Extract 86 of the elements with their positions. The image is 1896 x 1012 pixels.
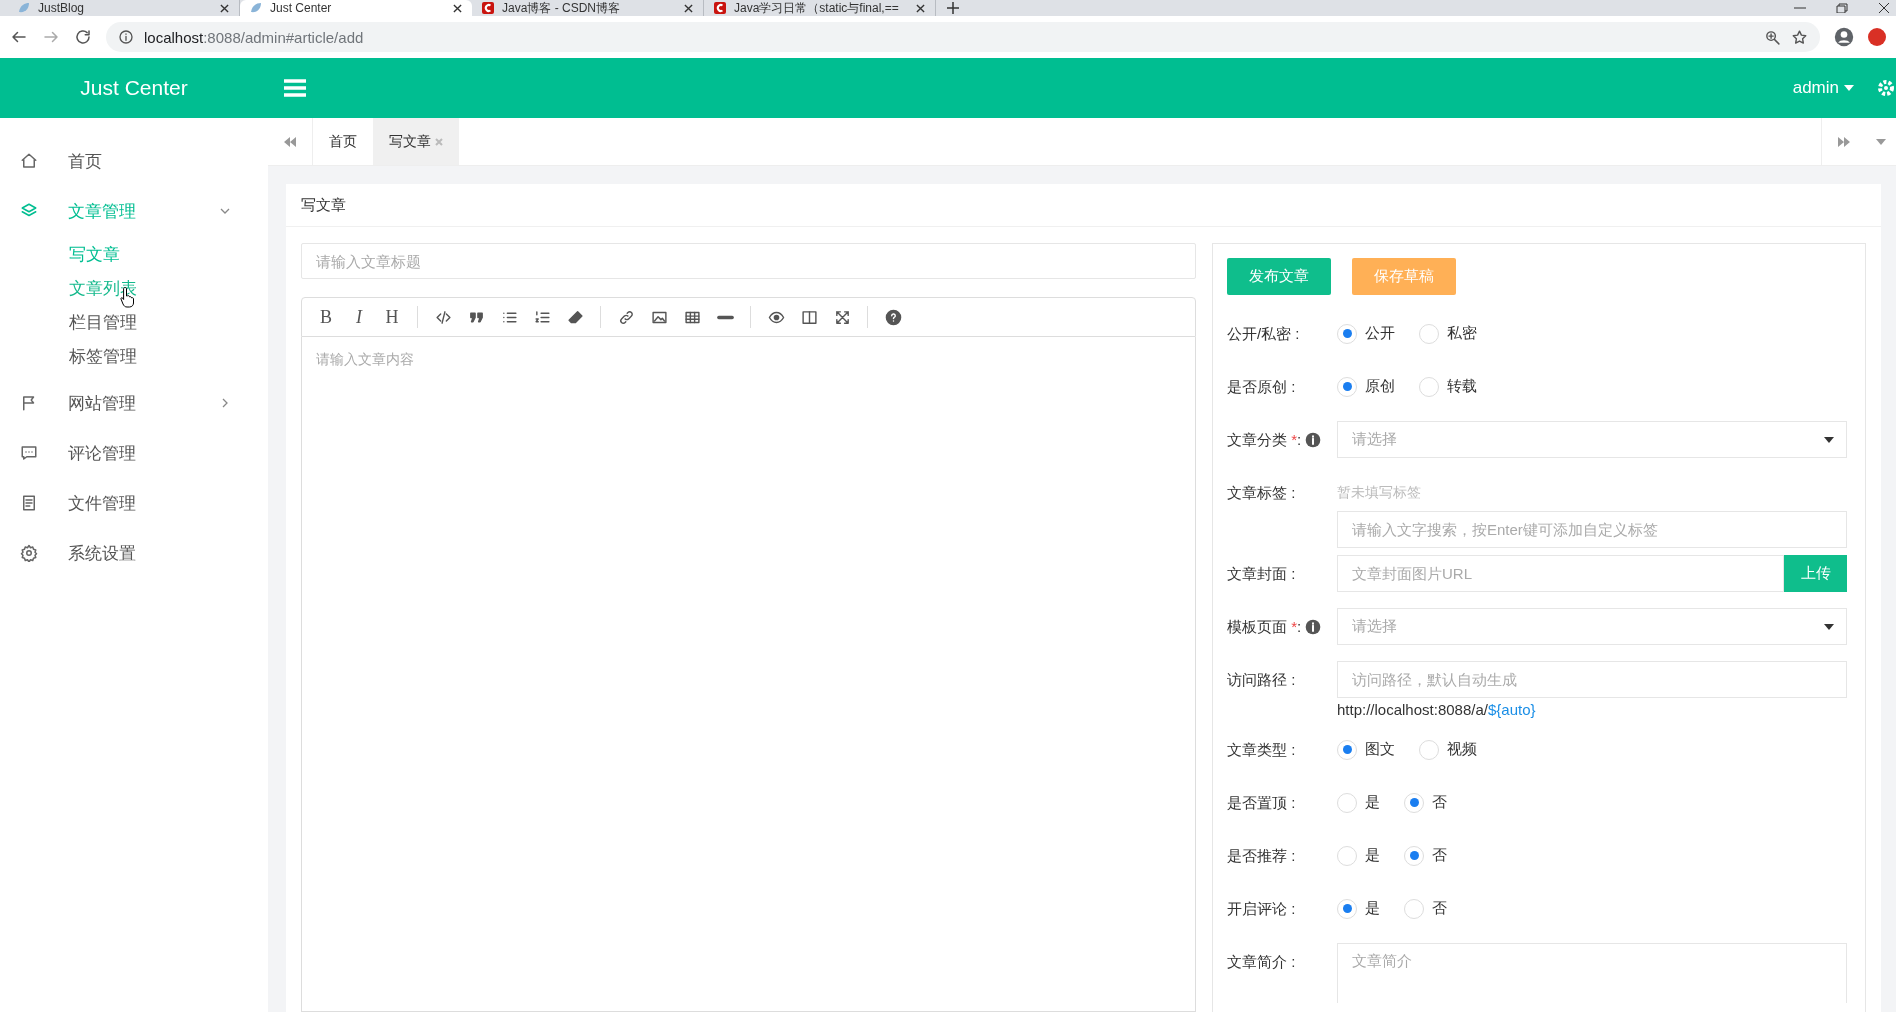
- brand-title: Just Center: [79, 76, 189, 100]
- field-label: 文章分类 *:: [1227, 430, 1302, 450]
- field-label: 文章标签 :: [1227, 483, 1296, 503]
- leaf-icon: [18, 2, 30, 14]
- radio-option[interactable]: 图文: [1337, 739, 1395, 760]
- radio-option[interactable]: 是: [1337, 792, 1380, 813]
- url-text: localhost:8088/admin#article/add: [144, 28, 365, 46]
- submenu-item[interactable]: 标签管理: [69, 340, 137, 374]
- radio-option[interactable]: 否: [1404, 792, 1447, 813]
- app-icon: [482, 2, 494, 14]
- field-label: 公开/私密 :: [1227, 324, 1300, 344]
- app-icon: [714, 2, 726, 14]
- field-label: 是否置顶 :: [1227, 793, 1296, 814]
- summary-field[interactable]: 文章简介: [1337, 943, 1847, 1004]
- restore-icon[interactable]: [1836, 3, 1848, 13]
- double-left-arrow-icon: [284, 136, 296, 147]
- title-input-field[interactable]: 请输入文章标题: [301, 243, 1196, 279]
- caret-icon: [1824, 623, 1834, 630]
- reload-icon: [74, 28, 92, 46]
- sidebar-item[interactable]: 评论管理: [0, 428, 268, 478]
- page-tab[interactable]: 写文章: [373, 118, 459, 165]
- link-icon: [617, 308, 635, 326]
- radio-option[interactable]: 原创: [1337, 376, 1395, 397]
- sidebar-item[interactable]: 系统设置: [0, 528, 268, 578]
- field-label: 文章封面 :: [1227, 564, 1296, 585]
- close-icon[interactable]: [684, 3, 693, 13]
- info-icon: [1305, 431, 1322, 448]
- field-label: 文章简介 :: [1227, 952, 1296, 973]
- path-input-field[interactable]: 访问路径，默认自动生成: [1337, 661, 1847, 699]
- field-label: 开启评论 :: [1227, 899, 1296, 920]
- radio-option[interactable]: 公开: [1337, 323, 1395, 344]
- new-tab-icon[interactable]: [946, 1, 960, 15]
- card-title: 写文章: [301, 195, 346, 215]
- field-label: 文章类型 :: [1227, 740, 1296, 761]
- info-icon: [1305, 618, 1322, 635]
- browser-tab[interactable]: Just Center: [240, 0, 472, 16]
- cover-url-field[interactable]: 文章封面图片URL: [1337, 555, 1784, 593]
- content-field[interactable]: 请输入文章内容: [301, 337, 1196, 1012]
- close-icon[interactable]: [1878, 3, 1890, 13]
- close-icon[interactable]: [220, 3, 229, 13]
- sidebar-item[interactable]: 网站管理: [0, 378, 268, 428]
- field-label: 是否推荐 :: [1227, 846, 1296, 867]
- address-bar[interactable]: localhost:8088/admin#article/add: [106, 22, 1820, 52]
- close-icon[interactable]: [453, 3, 462, 13]
- radio-option[interactable]: 否: [1404, 845, 1447, 866]
- radio-option[interactable]: 私密: [1419, 323, 1477, 344]
- field-label: 模板页面 *:: [1227, 617, 1302, 638]
- settings-icon: [20, 544, 38, 562]
- empty-tags-note: 暂未填写标签: [1337, 483, 1422, 502]
- zoom-icon: [1764, 28, 1781, 46]
- minimize-icon[interactable]: [1794, 4, 1806, 12]
- star-icon: [1791, 28, 1808, 46]
- radio-option[interactable]: 视频: [1419, 739, 1477, 760]
- sidebar-item[interactable]: 文件管理: [0, 478, 268, 528]
- info-icon: [118, 29, 134, 45]
- comment-icon: [20, 444, 38, 462]
- double-right-arrow-icon: [1838, 136, 1850, 147]
- fullscreen-icon: [833, 308, 851, 326]
- account-icon[interactable]: [1834, 27, 1854, 47]
- tag-input-field[interactable]: 请输入文字搜索，按Enter键可添加自定义标签: [1337, 511, 1847, 548]
- caret-icon: [1844, 85, 1854, 91]
- page-tab[interactable]: 首页: [313, 118, 373, 165]
- path-hint: http://localhost:8088/a/${auto}: [1337, 700, 1537, 721]
- radio-option[interactable]: 转载: [1419, 376, 1477, 397]
- columns-icon: [800, 308, 818, 326]
- horizontal-rule-icon: [716, 314, 734, 320]
- submenu-item[interactable]: 栏目管理: [69, 306, 137, 340]
- close-icon[interactable]: [916, 3, 925, 13]
- eraser-icon: [566, 308, 584, 326]
- heading-button[interactable]: H: [378, 303, 406, 331]
- radio-option[interactable]: 否: [1404, 898, 1447, 919]
- help-icon: [884, 308, 902, 326]
- italic-button[interactable]: I: [345, 303, 373, 331]
- caret-icon: [1824, 436, 1834, 443]
- field-label: 访问路径 :: [1227, 670, 1296, 691]
- extension-icon[interactable]: [1868, 28, 1886, 46]
- sidebar-item[interactable]: 首页: [0, 136, 268, 186]
- caret-icon: [1876, 138, 1886, 145]
- radio-option[interactable]: 是: [1337, 898, 1380, 919]
- document-icon: [20, 494, 38, 512]
- home-icon: [20, 152, 38, 170]
- leaf-icon: [250, 2, 262, 14]
- field-label: 是否原创 :: [1227, 377, 1296, 397]
- code-icon: [434, 308, 452, 326]
- bold-button[interactable]: B: [312, 303, 340, 331]
- radio-option[interactable]: 是: [1337, 845, 1380, 866]
